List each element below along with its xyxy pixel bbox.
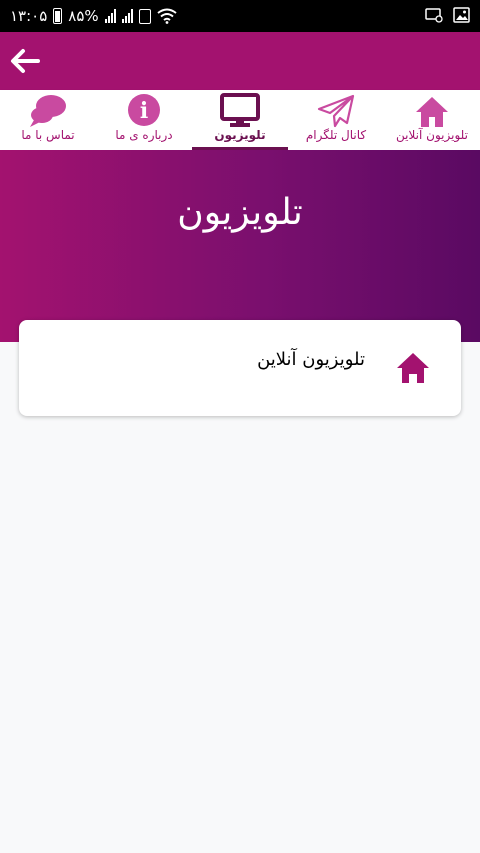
tab-label: تماس با ما bbox=[21, 128, 75, 142]
status-left: ۱۳:۰۵ ۸۵% bbox=[10, 7, 177, 25]
battery-icon bbox=[53, 8, 63, 24]
tab-contact[interactable]: تماس با ما bbox=[0, 90, 96, 150]
tab-label: درباره ی ما bbox=[115, 128, 173, 142]
telegram-icon bbox=[317, 94, 355, 128]
battery-percent: ۸۵% bbox=[68, 7, 99, 25]
status-right bbox=[425, 7, 470, 23]
image-icon bbox=[453, 7, 470, 23]
online-tv-card[interactable]: تلویزیون آنلاین bbox=[19, 320, 461, 416]
tab-label: کانال تلگرام bbox=[305, 128, 367, 142]
tab-label: تلویزیون آنلاین bbox=[396, 128, 468, 142]
tab-about[interactable]: i درباره ی ما bbox=[96, 90, 192, 150]
sim-icon bbox=[138, 8, 151, 24]
tab-telegram-channel[interactable]: کانال تلگرام bbox=[288, 90, 384, 150]
wifi-icon bbox=[157, 8, 177, 24]
cast-icon bbox=[425, 8, 443, 23]
tab-label: تلویزیون bbox=[214, 128, 266, 142]
back-arrow-icon[interactable] bbox=[8, 44, 42, 78]
status-time: ۱۳:۰۵ bbox=[10, 7, 48, 25]
page-title: تلویزیون bbox=[177, 192, 303, 233]
chat-icon bbox=[30, 95, 66, 127]
home-icon bbox=[397, 353, 429, 383]
app-bar bbox=[0, 32, 480, 90]
info-icon: i bbox=[128, 94, 160, 126]
home-icon bbox=[416, 97, 448, 127]
tab-bar: تلویزیون آنلاین کانال تلگرام تلویزیون i … bbox=[0, 90, 480, 150]
svg-text:i: i bbox=[140, 98, 148, 124]
signal-icon-2 bbox=[121, 9, 133, 23]
tab-tv[interactable]: تلویزیون bbox=[192, 90, 288, 150]
tab-online-tv[interactable]: تلویزیون آنلاین bbox=[384, 90, 480, 150]
signal-icon bbox=[104, 9, 116, 23]
tv-icon bbox=[220, 93, 260, 127]
hero-banner: تلویزیون bbox=[0, 150, 480, 342]
status-bar: ۱۳:۰۵ ۸۵% bbox=[0, 0, 480, 32]
card-label: تلویزیون آنلاین bbox=[257, 349, 365, 370]
